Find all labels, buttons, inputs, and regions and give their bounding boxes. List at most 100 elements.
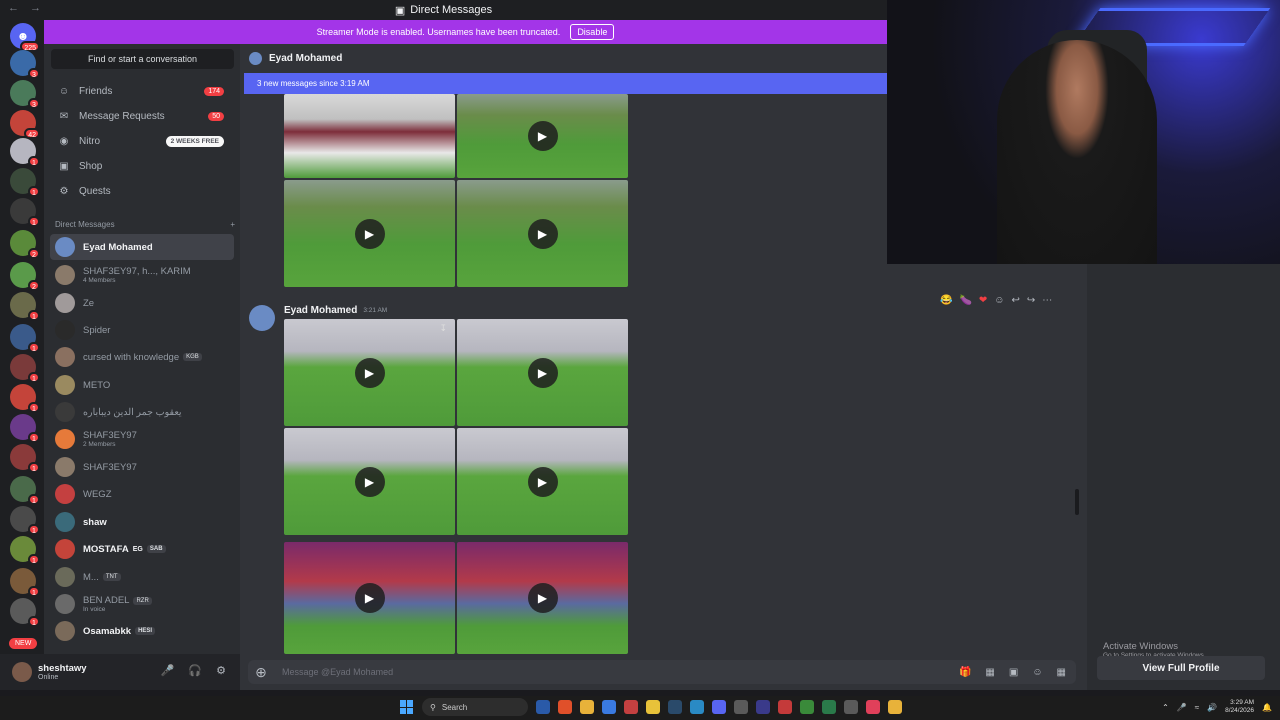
gif-icon[interactable]: ▦ bbox=[985, 667, 994, 678]
server-icon[interactable]: 1 bbox=[10, 198, 40, 227]
nav-message-requests[interactable]: ✉ Message Requests 50 bbox=[50, 105, 234, 127]
video-thumbnail[interactable]: ▶ bbox=[457, 94, 628, 178]
folder-icon[interactable] bbox=[580, 700, 594, 714]
disable-button[interactable]: Disable bbox=[570, 24, 615, 40]
view-full-profile-button[interactable]: View Full Profile bbox=[1097, 656, 1265, 680]
microphone-icon[interactable]: 🎤 bbox=[161, 664, 175, 677]
nav-friends[interactable]: ☺ Friends 174 bbox=[50, 80, 234, 102]
server-icon[interactable]: 2 bbox=[10, 230, 40, 259]
server-icon[interactable]: 1 bbox=[10, 598, 40, 627]
play-icon[interactable]: ▶ bbox=[527, 583, 558, 613]
dm-item[interactable]: SHAF3EY97, h..., KARIM 4 Members bbox=[50, 262, 234, 288]
app-icon[interactable] bbox=[536, 700, 550, 714]
nav-arrows[interactable]: ← → bbox=[8, 2, 45, 14]
server-icon[interactable]: 1 bbox=[10, 414, 40, 443]
dm-item[interactable]: Ze bbox=[50, 290, 234, 316]
server-icon[interactable]: 1 bbox=[10, 292, 40, 321]
nav-quests[interactable]: ⚙ Quests bbox=[50, 180, 234, 202]
server-icon[interactable]: 1 bbox=[10, 536, 40, 565]
server-icon[interactable]: 3 bbox=[10, 80, 40, 109]
play-icon[interactable]: ▶ bbox=[527, 357, 558, 388]
server-icon[interactable]: 1 bbox=[10, 476, 40, 505]
dm-item[interactable]: BEN ADEL RZR In voice bbox=[50, 591, 234, 617]
play-icon[interactable]: ▶ bbox=[527, 466, 558, 497]
nav-nitro[interactable]: ◉ Nitro 2 WEEKS FREE bbox=[50, 130, 234, 152]
dm-item[interactable]: يعقوب جمر الدين ديباباره bbox=[50, 399, 234, 425]
steam-icon[interactable] bbox=[668, 700, 682, 714]
server-icon[interactable]: 42 bbox=[10, 110, 40, 139]
sticker-icon[interactable]: ▣ bbox=[1009, 667, 1018, 678]
play-icon[interactable]: ▶ bbox=[354, 218, 385, 249]
find-conversation-button[interactable]: Find or start a conversation bbox=[51, 49, 234, 69]
tiktok-icon[interactable] bbox=[866, 700, 880, 714]
play-icon[interactable]: ▶ bbox=[527, 218, 558, 249]
server-icon[interactable]: 3 bbox=[10, 50, 40, 79]
chat-scrollbar[interactable] bbox=[1075, 489, 1079, 515]
video-thumbnail[interactable]: ▶ bbox=[284, 180, 455, 287]
dm-item[interactable]: SHAF3EY97 bbox=[50, 454, 234, 480]
volume-icon[interactable]: 🔊 bbox=[1207, 703, 1217, 712]
eggplant-reaction-icon[interactable]: 🍆 bbox=[959, 295, 971, 306]
microphone-tray-icon[interactable]: 🎤 bbox=[1177, 703, 1187, 712]
app-icon[interactable] bbox=[800, 700, 814, 714]
apps-icon[interactable]: ▦ bbox=[1057, 667, 1066, 678]
message-input[interactable] bbox=[274, 667, 959, 677]
store-icon[interactable] bbox=[602, 700, 616, 714]
taskbar-search[interactable]: ⚲ Search bbox=[422, 698, 528, 716]
reply-icon[interactable]: ↩ bbox=[1012, 295, 1020, 306]
dm-item[interactable]: M... TNT bbox=[50, 564, 234, 590]
server-icon[interactable]: 1 bbox=[10, 506, 40, 535]
gift-icon[interactable]: 🎁 bbox=[959, 667, 971, 678]
app-icon[interactable] bbox=[778, 700, 792, 714]
add-reaction-icon[interactable]: ☺ bbox=[994, 295, 1004, 306]
message-author-avatar[interactable] bbox=[249, 305, 275, 331]
dm-item[interactable]: Eyad Mohamed bbox=[50, 234, 234, 260]
discord-icon[interactable] bbox=[712, 700, 726, 714]
notification-icon[interactable]: 🔔 bbox=[1262, 703, 1272, 712]
dm-item[interactable]: SHAF3EY97 2 Members bbox=[50, 426, 234, 452]
video-thumbnail[interactable]: ▶ bbox=[457, 542, 628, 654]
heart-reaction-icon[interactable]: ❤ bbox=[979, 295, 987, 306]
windows-start-icon[interactable] bbox=[400, 700, 414, 714]
more-icon[interactable]: ⋯ bbox=[1042, 295, 1052, 306]
edge-icon[interactable] bbox=[690, 700, 704, 714]
new-servers-pill[interactable]: NEW bbox=[9, 638, 38, 649]
create-dm-button[interactable]: + bbox=[230, 220, 235, 229]
server-icon[interactable]: 1 bbox=[10, 138, 40, 167]
server-icon[interactable]: 1 bbox=[10, 568, 40, 597]
headphones-icon[interactable]: 🎧 bbox=[188, 664, 202, 677]
recipient-name[interactable]: Eyad Mohamed bbox=[269, 53, 342, 64]
nav-shop[interactable]: ▣ Shop bbox=[50, 155, 234, 177]
wifi-icon[interactable]: ≈ bbox=[1195, 703, 1199, 712]
video-thumbnail[interactable]: ▶ bbox=[457, 319, 628, 426]
dm-item[interactable]: Spider bbox=[50, 317, 234, 343]
play-icon[interactable]: ▶ bbox=[354, 466, 385, 497]
brave-icon[interactable] bbox=[558, 700, 572, 714]
clock[interactable]: 3:29 AM 8/24/2026 bbox=[1225, 699, 1254, 715]
server-icon[interactable]: 1 bbox=[10, 384, 40, 413]
settings-gear-icon[interactable]: ⚙ bbox=[216, 664, 226, 677]
server-icon[interactable]: 1 bbox=[10, 324, 40, 353]
dm-item[interactable]: WEGZ bbox=[50, 481, 234, 507]
app-icon[interactable] bbox=[646, 700, 660, 714]
home-button[interactable]: ☻ 225 bbox=[10, 23, 40, 52]
app-icon[interactable] bbox=[756, 700, 770, 714]
message-author[interactable]: Eyad Mohamed bbox=[284, 305, 357, 316]
server-icon[interactable]: 1 bbox=[10, 444, 40, 473]
video-thumbnail[interactable]: ↧ ▶ bbox=[284, 319, 455, 426]
app-icon[interactable] bbox=[624, 700, 638, 714]
app-icon[interactable] bbox=[844, 700, 858, 714]
video-thumbnail[interactable] bbox=[284, 94, 455, 178]
app-icon[interactable] bbox=[734, 700, 748, 714]
play-icon[interactable]: ▶ bbox=[354, 583, 385, 613]
dm-item[interactable]: cursed with knowledge KGB bbox=[50, 344, 234, 370]
dm-item[interactable]: Osamabkk HESI bbox=[50, 618, 234, 644]
emoji-icon[interactable]: ☺ bbox=[1032, 667, 1042, 678]
dm-item[interactable]: shaw bbox=[50, 509, 234, 535]
video-thumbnail[interactable]: ▶ bbox=[284, 542, 455, 654]
dm-item[interactable]: METO bbox=[50, 372, 234, 398]
chrome-icon[interactable] bbox=[888, 700, 902, 714]
laugh-reaction-icon[interactable]: 😂 bbox=[940, 295, 952, 306]
play-icon[interactable]: ▶ bbox=[527, 121, 558, 151]
new-messages-bar[interactable]: 3 new messages since 3:19 AM bbox=[244, 73, 887, 94]
